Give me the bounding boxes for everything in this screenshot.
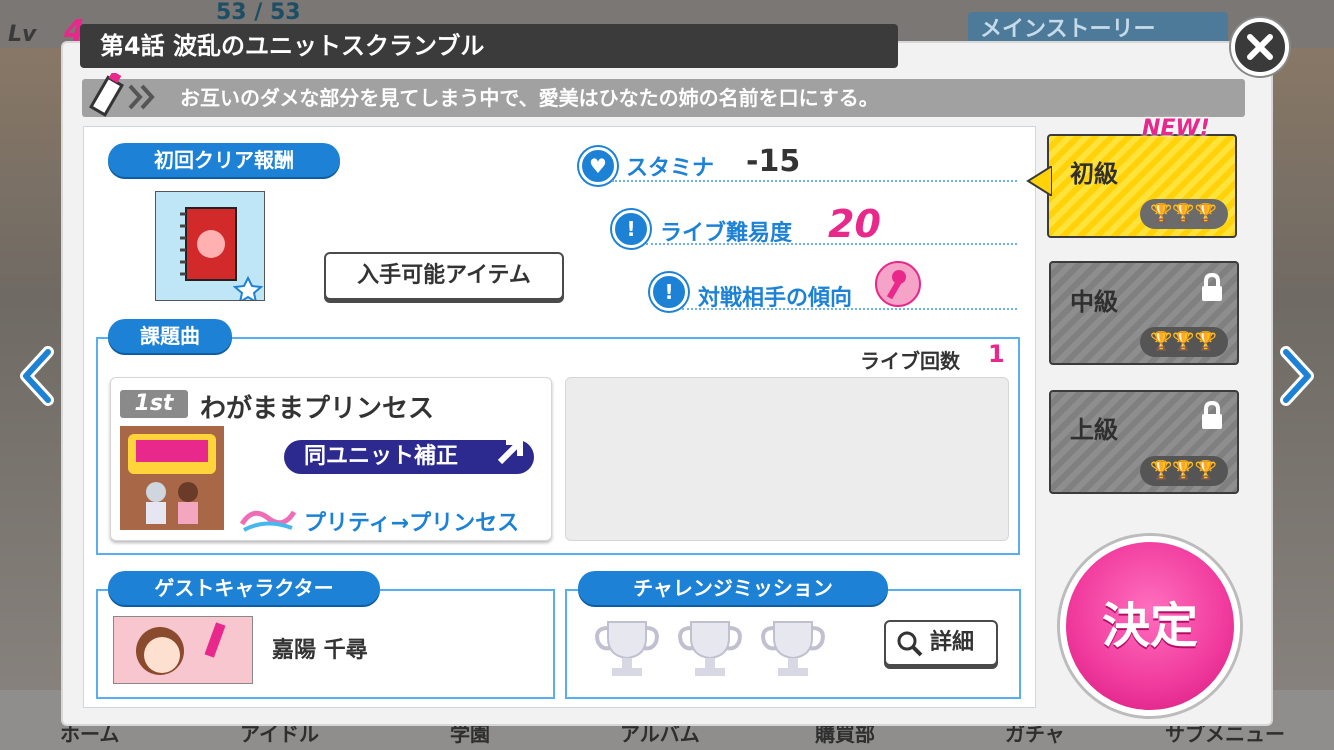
pencil-icon <box>89 73 124 117</box>
guest-name: 嘉陽 千尋 <box>272 638 368 663</box>
difficulty-hard-label: 上級 <box>1070 416 1118 444</box>
available-items-button[interactable]: 入手可能アイテム <box>324 252 564 300</box>
live-count-value: 1 <box>988 340 1005 368</box>
guest-label: ゲストキャラクター <box>108 571 380 605</box>
bonus-label: 同ユニット補正 <box>304 444 459 469</box>
song-title: わがままプリンセス <box>200 394 435 424</box>
difficulty-medium-label: 中級 <box>1070 288 1118 316</box>
close-icon <box>1247 34 1273 60</box>
difficulty-easy-label: 初級 <box>1070 160 1118 188</box>
trophy-icon: 🏆🏆🏆 <box>1150 203 1218 224</box>
medium-trophy-progress: 🏆🏆🏆 <box>1140 327 1228 357</box>
exclamation-icon: ! <box>612 210 650 248</box>
notebook-icon <box>180 207 264 305</box>
trophy-icon: 🏆🏆🏆 <box>1150 331 1218 352</box>
chapter-description: お互いのダメな部分を見てしまう中で、愛美はひなたの姉の名前を口にする。 <box>180 86 879 110</box>
trophy-icon <box>761 621 825 676</box>
divider <box>646 243 1017 245</box>
trophy-icon <box>678 621 742 676</box>
close-button[interactable] <box>1231 18 1289 76</box>
mission-detail-label: 詳細 <box>930 630 975 655</box>
stamina-value: -15 <box>746 144 801 179</box>
live-count-label: ライブ回数 <box>860 349 960 373</box>
new-badge: NEW! <box>1142 116 1210 141</box>
arrow-up-right-icon <box>497 439 523 465</box>
confirm-button-label: 決定 <box>1101 598 1198 654</box>
divider <box>612 180 1017 182</box>
lock-icon <box>1202 401 1222 429</box>
stamina-count: 53 / 53 <box>216 0 301 25</box>
reward-item[interactable] <box>155 191 265 305</box>
chevron-right-icon <box>128 84 155 110</box>
mission-label: チャレンジミッション <box>578 571 888 605</box>
reward-label: 初回クリア報酬 <box>108 143 340 177</box>
stamina-label: スタミナ <box>626 156 715 181</box>
live-difficulty-value: 20 <box>828 202 881 246</box>
unit-name: プリティ→プリンセス <box>304 511 520 536</box>
previous-arrow-icon[interactable] <box>18 346 58 406</box>
song-jacket <box>120 426 224 530</box>
song-section-label: 課題曲 <box>108 319 232 353</box>
next-arrow-icon[interactable] <box>1276 346 1316 406</box>
easy-trophy-progress: 🏆🏆🏆 <box>1140 199 1228 229</box>
chapter-title: 第4話 波乱のユニットスクランブル <box>100 32 485 60</box>
level-label-text: Lv <box>8 22 37 47</box>
microphone-icon[interactable] <box>875 261 921 307</box>
divider <box>682 308 1017 310</box>
exclamation-icon: ! <box>650 273 688 311</box>
hard-trophy-progress: 🏆🏆🏆 <box>1140 456 1228 486</box>
empty-song-slot <box>565 377 1009 541</box>
unit-logo <box>238 504 298 534</box>
selected-pointer <box>1026 166 1052 196</box>
trophy-icon <box>595 621 659 676</box>
lock-icon <box>1202 273 1222 301</box>
guest-avatar[interactable] <box>113 616 253 684</box>
order-badge: 1st <box>120 390 188 418</box>
search-icon <box>897 631 923 657</box>
trophy-icon: 🏆🏆🏆 <box>1150 460 1218 481</box>
